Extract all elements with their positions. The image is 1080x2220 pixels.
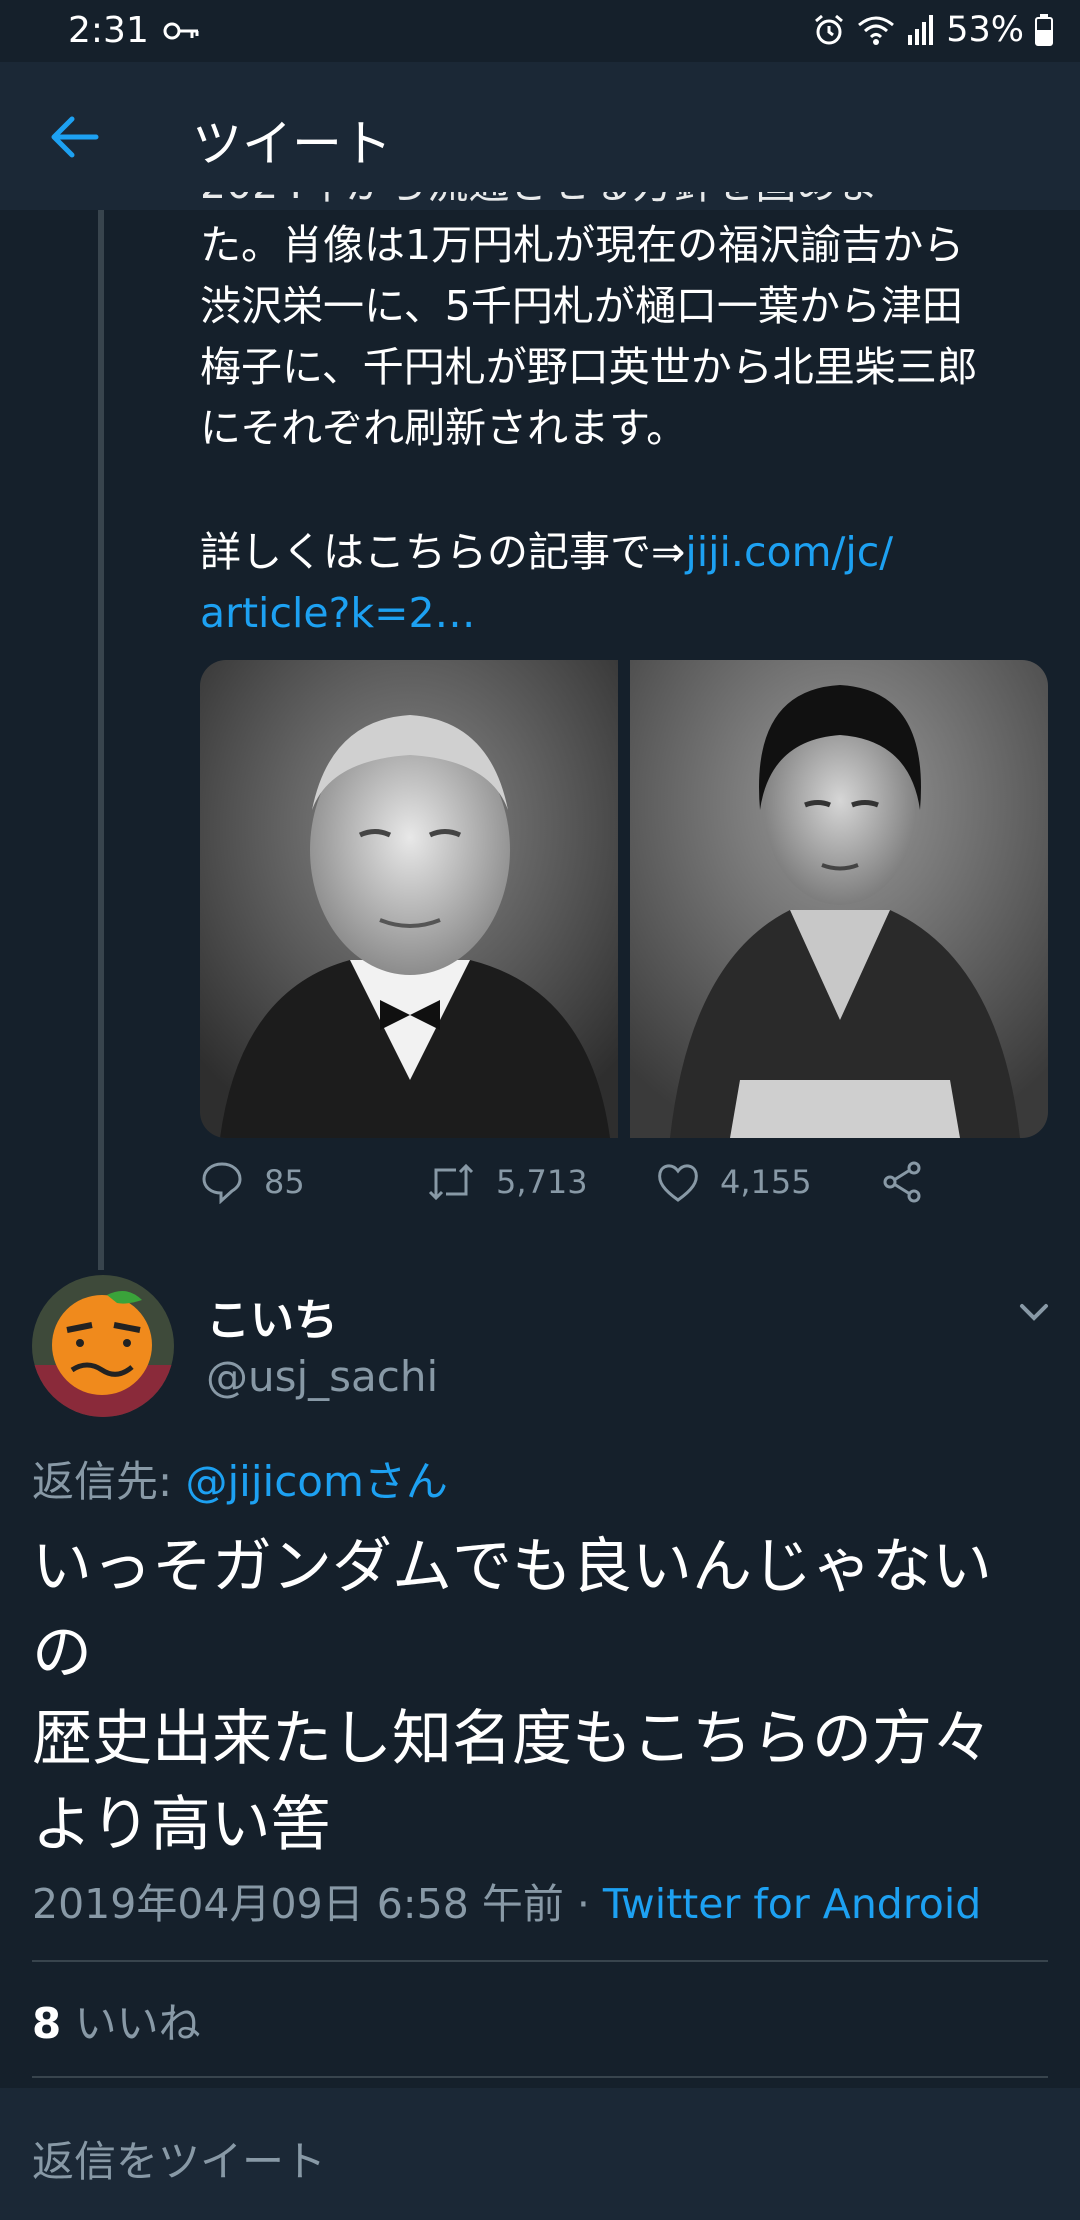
photo-woman[interactable] [630, 660, 1048, 1138]
reply-input[interactable]: 返信をツイート [32, 2128, 326, 2189]
article-link-continued[interactable]: article?k=2… [200, 589, 476, 637]
tweet-link-line: 詳しくはこちらの記事で⇒jiji.com/jc/ article?k=2… [200, 522, 1050, 644]
reply-to-label: 返信先: [32, 1457, 186, 1506]
tweet-photos [200, 660, 1048, 1138]
page-title: ツイート [192, 115, 392, 173]
like-action[interactable]: 4,155 [656, 1160, 812, 1204]
reply-action[interactable]: 85 [200, 1160, 305, 1204]
share-icon [883, 1161, 921, 1203]
reply-composer: 返信をツイート [0, 2088, 1080, 2220]
likes-label: いいね [61, 1999, 201, 2048]
reply-to-user-link[interactable]: @jijicomさん [186, 1457, 448, 1506]
link-prefix: 詳しくはこちらの記事で⇒ [200, 528, 686, 576]
retweet-count: 5,713 [496, 1163, 588, 1201]
tweet-text: た。肖像は1万円札が現在の福沢諭吉から 渋沢栄一に、5千円札が樋口一葉から津田 … [200, 221, 978, 452]
status-time: 2:31 [68, 10, 149, 51]
heart-icon [658, 1164, 698, 1202]
like-count: 4,155 [720, 1163, 812, 1201]
status-bar: 2:31 53% [0, 0, 1080, 62]
status-icons: 53% [812, 10, 1054, 50]
back-button[interactable] [40, 102, 110, 172]
battery-icon [1034, 13, 1054, 47]
tweet-source-link[interactable]: Twitter for Android [603, 1880, 981, 1928]
tweet-text-cut-line: 2024年から流通させる方針を固めまし [200, 192, 900, 210]
reply-icon [202, 1162, 242, 1204]
retweet-icon [428, 1163, 474, 1201]
divider [32, 1960, 1048, 1962]
reply-count: 85 [264, 1163, 305, 1201]
user-handle[interactable]: @usj_sachi [206, 1352, 438, 1401]
app-header: ツイート [0, 62, 1080, 210]
tweet-timestamp: 2019年04月09日 6:58 午前 · [32, 1880, 603, 1928]
display-name[interactable]: こいち [206, 1284, 338, 1348]
photo-elderly-man[interactable] [200, 660, 618, 1138]
reply-to-line: 返信先: @jijicomさん [32, 1448, 448, 1509]
alarm-icon [812, 13, 846, 47]
arrow-left-icon [51, 116, 99, 158]
retweet-action[interactable]: 5,713 [426, 1160, 588, 1204]
likes-count: 8 [32, 1999, 62, 2048]
key-icon [162, 14, 202, 48]
reply-tweet-text: いっそガンダムでも良いんじゃない の 歴史出来たし知名度もこちらの方々 より高い… [32, 1532, 992, 1860]
wifi-icon [856, 13, 896, 47]
likes-summary[interactable]: 8 いいね [32, 1990, 201, 2051]
tweet-actions: 85 5,713 4,155 [200, 1160, 960, 1220]
avatar[interactable] [32, 1275, 174, 1417]
thread-connector [98, 210, 104, 1270]
chevron-down-icon[interactable] [1014, 1298, 1054, 1328]
battery-text: 53% [946, 10, 1024, 50]
article-link[interactable]: jiji.com/jc/ [685, 528, 893, 576]
divider [32, 2076, 1048, 2078]
signal-icon [906, 13, 936, 47]
share-action[interactable] [880, 1160, 924, 1204]
tweet-meta: 2019年04月09日 6:58 午前 · Twitter for Androi… [32, 1870, 981, 1930]
